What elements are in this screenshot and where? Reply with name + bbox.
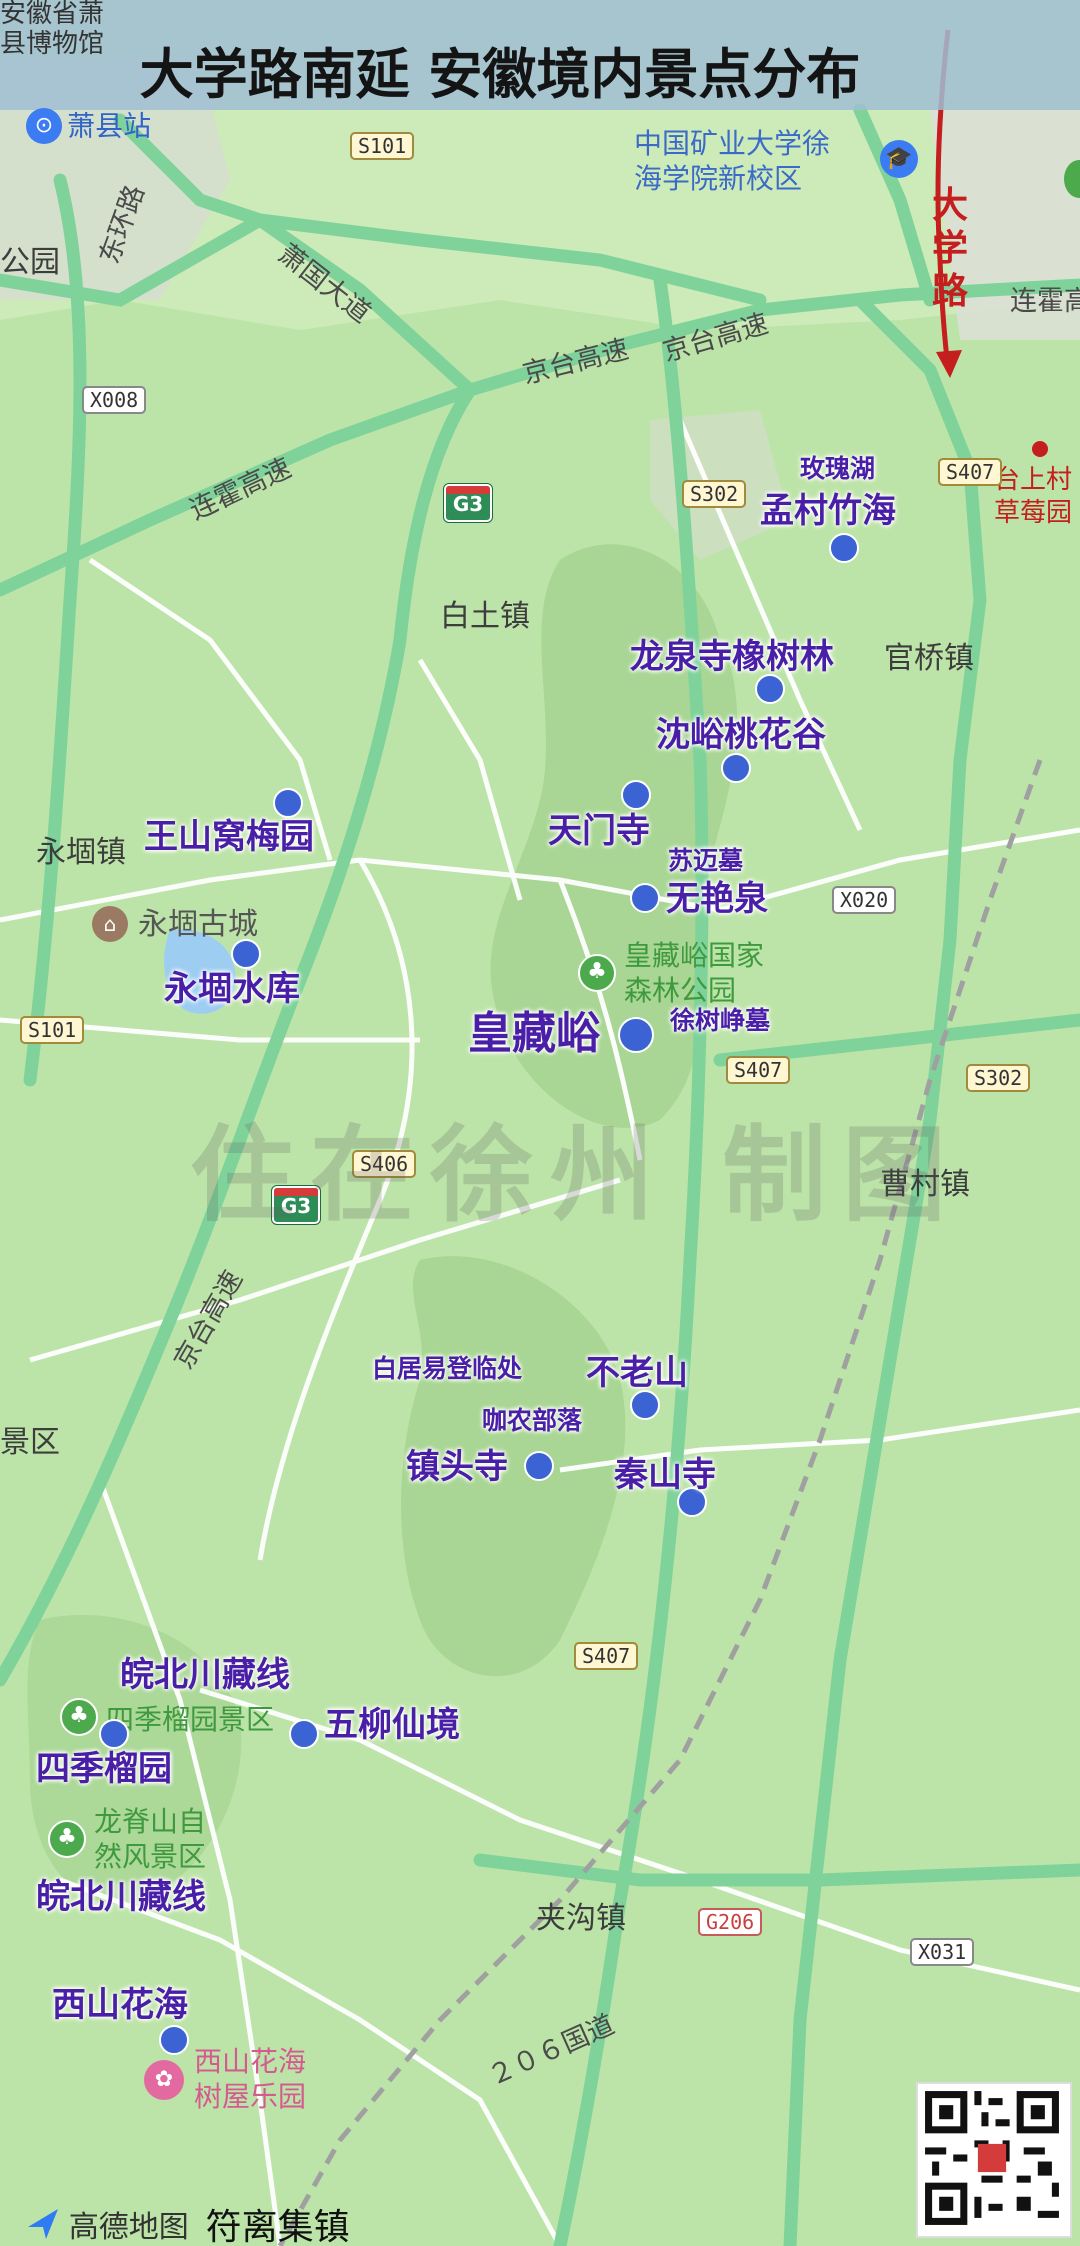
ljs-line2: 然风景区 [94, 1840, 207, 1873]
watermark: 住在徐州 制图 [190, 1114, 963, 1236]
ancient-city-icon: ⌂ [92, 906, 128, 942]
strawberry-line2: 草莓园 [994, 497, 1073, 528]
spot-dot-zhentou[interactable] [524, 1451, 554, 1481]
spot-sumai-tomb[interactable]: 苏迈墓 [668, 848, 743, 873]
sijiliu-park-label[interactable]: 四季榴园景区 [106, 1702, 274, 1737]
ljs-line1: 龙脊山自 [94, 1805, 207, 1838]
spot-baijuyi[interactable]: 白居易登临处 [372, 1356, 522, 1381]
spot-dot-xishan[interactable] [159, 2025, 189, 2055]
xishan-treehouse-park[interactable]: 西山花海 树屋乐园 [194, 2044, 306, 2114]
park-left-label: 公园 [0, 245, 60, 280]
huangzangyu-forest-park[interactable]: 皇藏峪国家 森林公园 [624, 938, 764, 1008]
scenic-left-label: 景区 [0, 1425, 60, 1460]
spot-wanbei-line-1[interactable]: 皖北川藏线 [120, 1658, 290, 1692]
s407-shield-a: S407 [938, 458, 1003, 486]
place-name: 符离集镇 [205, 2207, 350, 2246]
spot-dot-shenyu[interactable] [721, 753, 751, 783]
spot-tianmen[interactable]: 天门寺 [548, 814, 650, 848]
spot-bulao[interactable]: 不老山 [586, 1356, 688, 1390]
strawberry-line1: 台上村 [994, 465, 1073, 495]
sijiliu-park-icon: ♣ [60, 1698, 98, 1736]
spot-zhentou[interactable]: 镇头寺 [406, 1450, 508, 1484]
amusement-park-icon: ✿ [144, 2060, 184, 2100]
longjishan-park-icon: ♣ [48, 1820, 86, 1858]
cumt-line2: 海学院新校区 [634, 162, 803, 195]
spot-xishan[interactable]: 西山花海 [52, 1988, 188, 2022]
map-title: 大学路南延 安徽境内景点分布 [139, 43, 861, 106]
qr-code [916, 2082, 1072, 2238]
g206-shield: G206 [698, 1908, 763, 1936]
daxue-road-arrow-label: 大学路 [931, 185, 968, 313]
cumt-line1: 中国矿业大学徐 [634, 127, 831, 160]
s302-shield-b: S302 [966, 1064, 1031, 1092]
g3-shield-a: G3 [444, 484, 492, 522]
s101-shield-left: S101 [20, 1016, 85, 1044]
spot-shenyu[interactable]: 沈峪桃花谷 [656, 718, 826, 752]
train-station-icon: ⊙ [26, 108, 62, 144]
spot-jianong[interactable]: 咖农部落 [482, 1408, 582, 1433]
spot-wangshan[interactable]: 王山窝梅园 [144, 820, 314, 854]
x031-shield: X031 [910, 1938, 975, 1966]
spot-meigui-lake[interactable]: 玫瑰湖 [800, 456, 875, 481]
longjishan-park[interactable]: 龙脊山自 然风景区 [94, 1804, 206, 1874]
strawberry-farm[interactable]: 台上村 草莓园 [994, 464, 1072, 529]
xiaoxian-station-label: 萧县站 [67, 109, 152, 143]
spot-dot-wangshan[interactable] [273, 788, 303, 818]
yongdui-ancient-city[interactable]: 永堌古城 [138, 910, 258, 940]
qr-code-icon [918, 2084, 1066, 2232]
spot-longquan[interactable]: 龙泉寺橡树林 [630, 640, 834, 674]
jiagou-town: 夹沟镇 [536, 1901, 626, 1936]
spot-dot-tianmen[interactable] [621, 780, 651, 810]
map-provider-brand: 高德地图 符离集镇 [28, 2198, 350, 2246]
amap-logo-icon [28, 2209, 58, 2239]
spot-dot-longquan[interactable] [755, 674, 785, 704]
spot-wuyan[interactable]: 无艳泉 [666, 882, 768, 916]
spot-yongdui-reservoir[interactable]: 永堌水库 [164, 972, 300, 1006]
spot-dot-sijiliu[interactable] [99, 1719, 129, 1749]
forest-park-icon: ♣ [578, 954, 616, 992]
cumt-campus[interactable]: 中国矿业大学徐 海学院新校区 [634, 126, 830, 196]
map-canvas[interactable]: 安徽省萧 县博物馆 大学路南延 安徽境内景点分布 ⊙ 萧县站 中国矿业大学徐 海… [0, 0, 1080, 2246]
x008-shield: X008 [82, 386, 147, 414]
spot-sijiliu[interactable]: 四季榴园 [36, 1752, 172, 1786]
guanqiao-town: 官桥镇 [884, 641, 974, 676]
xiaoxian-station[interactable]: ⊙ 萧县站 [26, 108, 151, 144]
spot-xushuzheng-tomb[interactable]: 徐树峥墓 [670, 1008, 770, 1033]
xishan-park-line2: 树屋乐园 [194, 2080, 307, 2113]
provider-name: 高德地图 [68, 2210, 189, 2245]
s407-shield-b: S407 [726, 1056, 791, 1084]
spot-dot-bulao[interactable] [630, 1390, 660, 1420]
spot-dot-wuliu[interactable] [289, 1719, 319, 1749]
hzy-park-line2: 森林公园 [624, 974, 737, 1007]
xishan-park-line1: 西山花海 [194, 2045, 307, 2078]
spot-mengcun[interactable]: 孟村竹海 [760, 494, 896, 528]
lianhuo-label-2: 连霍高 [1010, 286, 1080, 317]
s101-shield-top: S101 [350, 132, 415, 160]
s407-shield-c: S407 [574, 1642, 639, 1670]
spot-wuliu[interactable]: 五柳仙境 [324, 1708, 460, 1742]
x020-shield: X020 [832, 886, 897, 914]
spot-huangzangyu[interactable]: 皇藏峪 [468, 1012, 600, 1056]
spot-wanbei-line-2[interactable]: 皖北川藏线 [36, 1880, 206, 1914]
spot-dot-huangzangyu[interactable] [618, 1017, 654, 1053]
spot-qinshan[interactable]: 秦山寺 [614, 1458, 716, 1492]
spot-dot-mengcun[interactable] [829, 533, 859, 563]
hzy-park-line1: 皇藏峪国家 [624, 939, 765, 972]
spot-dot-wuyan[interactable] [630, 883, 660, 913]
baitu-town: 白土镇 [440, 599, 530, 634]
s302-shield-a: S302 [682, 480, 747, 508]
yongdui-town: 永堌镇 [36, 835, 126, 870]
museum-label-line1: 安徽省萧 [0, 0, 105, 29]
spot-dot-yongdui-reservoir[interactable] [231, 939, 261, 969]
school-icon: 🎓 [880, 140, 918, 178]
